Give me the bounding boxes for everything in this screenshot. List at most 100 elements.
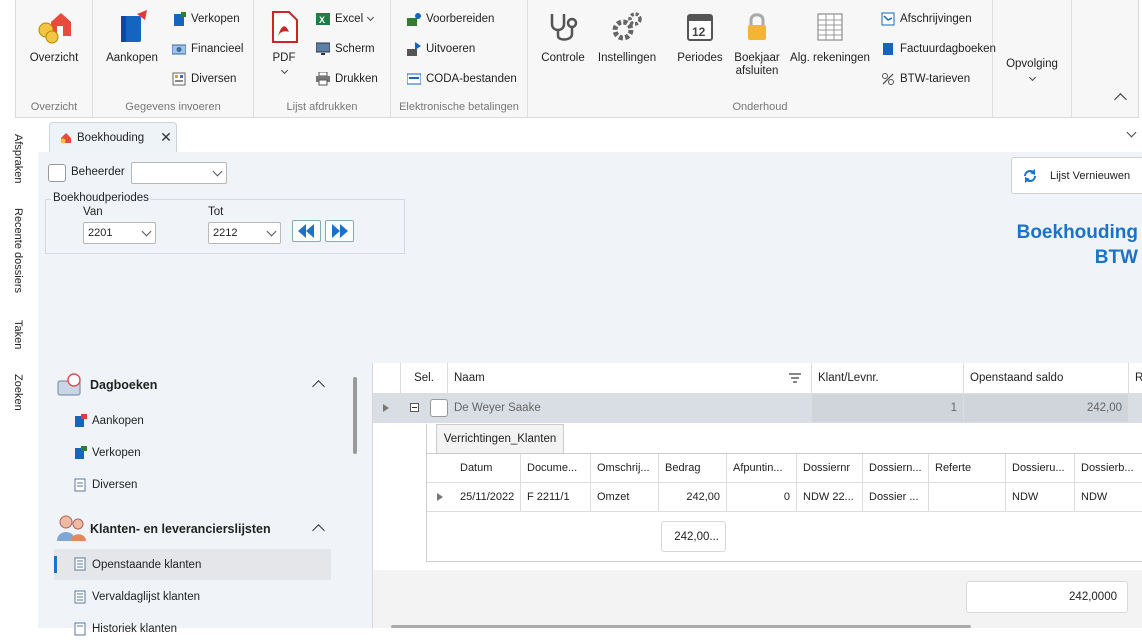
- subrow-cell-referte[interactable]: [929, 483, 1006, 511]
- side-tab-afspraken[interactable]: Afspraken: [12, 134, 24, 184]
- subrow-cell-dossieru[interactable]: NDW: [1006, 483, 1075, 511]
- collapse-klanten-icon[interactable]: [312, 524, 325, 537]
- ribbon-group-elektronisch: Voorbereiden Uitvoeren CODA-bestanden El…: [391, 0, 528, 118]
- instellingen-button[interactable]: Instellingen: [594, 10, 660, 65]
- periodes-button[interactable]: 12 Periodes: [670, 10, 730, 65]
- subrow-cell-datum[interactable]: 25/11/2022: [454, 483, 521, 511]
- excel-button[interactable]: X Excel: [316, 10, 375, 28]
- nav-item-label: Diversen: [92, 479, 138, 491]
- lijst-vernieuwen-button[interactable]: Lijst Vernieuwen: [1011, 157, 1142, 194]
- list-icon: [74, 622, 86, 636]
- factuurdagboeken-button[interactable]: Factuurdagboeken: [881, 40, 996, 58]
- scherm-button[interactable]: Scherm: [315, 40, 375, 58]
- instellingen-label: Instellingen: [597, 52, 657, 64]
- row-saldo[interactable]: 242,00: [964, 394, 1129, 422]
- tot-select[interactable]: 2212: [208, 222, 281, 244]
- tab-verrichtingen-klanten[interactable]: Verrichtingen_Klanten: [436, 424, 564, 453]
- controle-button[interactable]: Controle: [538, 10, 588, 65]
- tab-boekhouding[interactable]: Boekhouding ✕: [49, 122, 177, 152]
- collapse-dagboeken-icon[interactable]: [312, 380, 325, 393]
- side-tab-taken[interactable]: Taken: [12, 320, 24, 349]
- beheerder-checkbox[interactable]: [48, 164, 66, 182]
- subrow-cell-dossiernr[interactable]: NDW 22...: [797, 483, 863, 511]
- excel-icon: X: [316, 12, 330, 26]
- subcolumn-header-dossierb[interactable]: Dossierb...: [1075, 454, 1142, 482]
- opvolging-button[interactable]: Opvolging: [1001, 58, 1063, 82]
- uitvoeren-button[interactable]: Uitvoeren: [407, 40, 475, 58]
- voorbereiden-button[interactable]: Voorbereiden: [407, 10, 494, 28]
- overzicht-button[interactable]: Overzicht: [24, 10, 84, 65]
- tab-overflow-chevron-icon[interactable]: [1126, 127, 1137, 138]
- chevron-down-icon: [1028, 73, 1036, 82]
- nav-item-aankopen[interactable]: Aankopen: [54, 406, 331, 436]
- book-blue-icon: [172, 12, 186, 26]
- subcolumn-header-dossiernr[interactable]: Dossiernr: [797, 454, 863, 482]
- subrow-cell-omschrijving[interactable]: Omzet: [591, 483, 659, 511]
- ribbon-group-opvolging: Opvolging: [993, 0, 1072, 118]
- diversen-button[interactable]: Diversen: [172, 70, 236, 88]
- next-period-button[interactable]: [325, 220, 354, 242]
- tot-label: Tot: [208, 206, 224, 218]
- percent-icon: [881, 72, 895, 86]
- nav-item-historiek-klanten[interactable]: Historiek klanten: [54, 614, 331, 644]
- column-header-saldo[interactable]: Openstaand saldo: [964, 363, 1129, 393]
- filter-icon[interactable]: [789, 373, 801, 383]
- verkopen-button[interactable]: Verkopen: [172, 10, 240, 28]
- subcolumn-header-bedrag[interactable]: Bedrag: [659, 454, 727, 482]
- subrow-cell-bedrag[interactable]: 242,00: [659, 483, 727, 511]
- close-icon[interactable]: ✕: [160, 129, 172, 146]
- subcolumn-header-afpunting[interactable]: Afpuntin...: [727, 454, 797, 482]
- alg-rekeningen-button[interactable]: Alg. rekeningen: [790, 10, 870, 65]
- boekjaar-afsluiten-button[interactable]: Boekjaar afsluiten: [731, 10, 783, 78]
- column-header-klantnr[interactable]: Klant/Levnr.: [812, 363, 964, 393]
- nav-scrollbar[interactable]: [353, 377, 357, 454]
- nav-item-openstaande-klanten[interactable]: Openstaande klanten: [54, 549, 331, 580]
- subcolumn-header-omschrijving[interactable]: Omschrij...: [591, 454, 659, 482]
- ribbon-group-onderhoud: Controle Instellingen 12 Periodes Boekja…: [528, 0, 996, 118]
- scherm-label: Scherm: [335, 43, 375, 55]
- column-header-r[interactable]: R: [1129, 363, 1142, 393]
- financieel-button[interactable]: Financieel: [171, 40, 243, 58]
- btw-tarieven-button[interactable]: BTW-tarieven: [881, 70, 970, 88]
- subrow-cell-afpunting[interactable]: 0: [727, 483, 797, 511]
- ledger-icon: [172, 72, 186, 86]
- collapse-ribbon-icon[interactable]: [1114, 93, 1127, 106]
- row-naam[interactable]: De Weyer Saake: [448, 394, 812, 422]
- excel-label: Excel: [335, 13, 364, 25]
- drukken-button[interactable]: Drukken: [316, 70, 378, 88]
- verkopen-label: Verkopen: [191, 13, 240, 25]
- chevron-down-icon: [141, 226, 152, 237]
- subcolumn-header-dossiernaam[interactable]: Dossiern...: [863, 454, 929, 482]
- row-klantnr[interactable]: 1: [812, 394, 964, 422]
- pdf-button[interactable]: PDF: [264, 10, 304, 75]
- nav-item-vervaldaglijst-klanten[interactable]: Vervaldaglijst klanten: [54, 582, 331, 612]
- collapse-detail-icon[interactable]: [410, 403, 419, 412]
- afschrijvingen-button[interactable]: Afschrijvingen: [881, 10, 972, 28]
- side-tab-recente-dossiers[interactable]: Recente dossiers: [12, 208, 24, 293]
- coda-button[interactable]: CODA-bestanden: [406, 70, 517, 88]
- subcolumn-header-dossieru[interactable]: Dossieru...: [1006, 454, 1075, 482]
- subrow-cell-document[interactable]: F 2211/1: [521, 483, 591, 511]
- subcolumn-header-document[interactable]: Docume...: [521, 454, 591, 482]
- subrow-cell-dossiernaam[interactable]: Dossier ...: [863, 483, 929, 511]
- column-header-sel[interactable]: Sel.: [401, 363, 448, 393]
- side-tabs: Afspraken Recente dossiers Taken Zoeken: [0, 118, 36, 628]
- beheerder-select[interactable]: [131, 162, 227, 184]
- invoice-book-icon: [881, 42, 895, 56]
- subcolumn-header-datum[interactable]: Datum: [454, 454, 521, 482]
- nav-item-label: Historiek klanten: [92, 623, 178, 635]
- row-select-checkbox[interactable]: [430, 399, 448, 417]
- subrow-cell-dossierb[interactable]: NDW: [1075, 483, 1142, 511]
- nav-item-verkopen[interactable]: Verkopen: [54, 438, 331, 468]
- previous-period-button[interactable]: [292, 220, 321, 242]
- total-saldo: 242,0000: [966, 581, 1128, 613]
- subcolumn-header-referte[interactable]: Referte: [929, 454, 1006, 482]
- expand-row-icon[interactable]: [383, 404, 389, 412]
- group-label-lijst: Lijst afdrukken: [286, 101, 358, 113]
- column-header-naam[interactable]: Naam: [448, 363, 812, 393]
- van-select[interactable]: 2201: [83, 222, 156, 244]
- nav-item-diversen[interactable]: Diversen: [54, 470, 331, 500]
- expand-subrow-icon[interactable]: [437, 493, 443, 501]
- side-tab-zoeken[interactable]: Zoeken: [12, 374, 24, 411]
- aankopen-button[interactable]: Aankopen: [104, 10, 160, 65]
